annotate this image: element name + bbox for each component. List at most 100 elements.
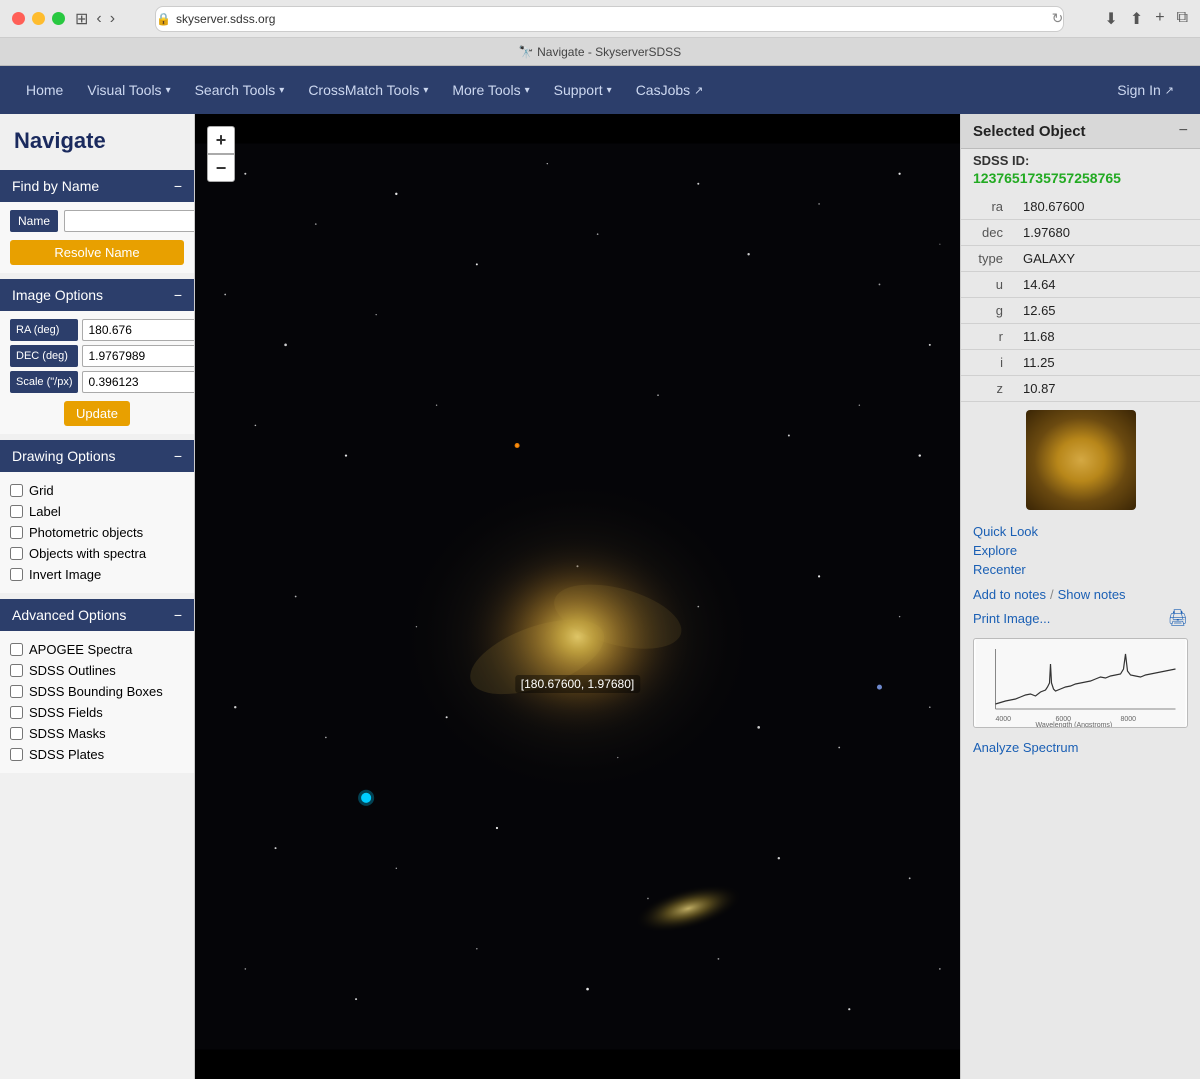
property-row: z10.87 <box>961 376 1200 402</box>
map-area[interactable]: + − [180.67600, 1.97680] <box>195 114 960 1079</box>
advanced-options-collapse[interactable]: − <box>174 608 182 622</box>
quick-look-section: Quick Look Explore Recenter <box>961 518 1200 583</box>
browser-controls: ⬇ ⬆ + ⧉ <box>1104 9 1188 29</box>
recenter-link[interactable]: Recenter <box>973 560 1188 579</box>
right-panel-header: Selected Object − <box>961 114 1200 149</box>
zoom-controls: + − <box>207 126 235 182</box>
visual-tools-arrow: ▾ <box>166 85 171 96</box>
minimize-window-btn[interactable] <box>32 12 45 25</box>
image-options-header[interactable]: Image Options − <box>0 279 194 311</box>
name-input[interactable] <box>64 210 195 232</box>
print-row: Print Image... 🖨 <box>961 606 1200 630</box>
main-layout: Navigate Find by Name − Name Resolve Nam… <box>0 114 1200 1079</box>
property-row: r11.68 <box>961 324 1200 350</box>
nav-visual-tools[interactable]: Visual Tools ▾ <box>77 76 180 104</box>
show-notes-link[interactable]: Show notes <box>1058 585 1126 604</box>
quick-look-link[interactable]: Quick Look <box>973 522 1188 541</box>
right-panel-close-button[interactable]: − <box>1179 122 1188 140</box>
find-by-name-collapse[interactable]: − <box>174 179 182 193</box>
lock-icon: 🔒 <box>156 12 171 26</box>
forward-btn[interactable]: › <box>110 9 115 29</box>
outlines-label: SDSS Outlines <box>29 663 116 678</box>
label-label: Label <box>29 504 61 519</box>
nav-crossmatch-tools[interactable]: CrossMatch Tools ▾ <box>298 76 438 104</box>
download-icon[interactable]: ⬇ <box>1104 9 1117 29</box>
scale-label: Scale ("/px) <box>10 371 78 393</box>
analyze-spectrum-link[interactable]: Analyze Spectrum <box>961 736 1200 763</box>
tab-title: Navigate - SkyserverSDSS <box>537 45 681 59</box>
scale-input[interactable] <box>82 371 195 393</box>
maximize-window-btn[interactable] <box>52 12 65 25</box>
ra-label: RA (deg) <box>10 319 78 341</box>
property-value: 11.25 <box>1011 350 1200 376</box>
fields-checkbox[interactable] <box>10 706 23 719</box>
property-row: i11.25 <box>961 350 1200 376</box>
update-button[interactable]: Update <box>64 401 130 426</box>
find-by-name-label: Find by Name <box>12 178 99 194</box>
nav-support[interactable]: Support ▾ <box>544 76 622 104</box>
coord-grid: RA (deg) DEC (deg) Scale ("/px) <box>10 319 184 393</box>
advanced-options-header[interactable]: Advanced Options − <box>0 599 194 631</box>
svg-text:8000: 8000 <box>1121 716 1137 723</box>
ra-input[interactable] <box>82 319 195 341</box>
nav-more-tools[interactable]: More Tools ▾ <box>442 76 539 104</box>
explore-link[interactable]: Explore <box>973 541 1188 560</box>
checkbox-bounding: SDSS Bounding Boxes <box>10 681 184 702</box>
image-options-label: Image Options <box>12 287 103 303</box>
nav-search-tools[interactable]: Search Tools ▾ <box>185 76 295 104</box>
sdss-id-value[interactable]: 1237651735757258765 <box>961 168 1200 194</box>
sidebar-toggle-btn[interactable]: ⊞ <box>75 9 88 29</box>
zoom-out-button[interactable]: − <box>207 154 235 182</box>
tab-overview-icon[interactable]: ⧉ <box>1177 9 1188 29</box>
refresh-icon[interactable]: ↻ <box>1052 10 1064 27</box>
url-bar[interactable]: 🔒 skyserver.sdss.org ↻ <box>155 6 1064 32</box>
zoom-in-button[interactable]: + <box>207 126 235 154</box>
plates-checkbox[interactable] <box>10 748 23 761</box>
add-to-notes-link[interactable]: Add to notes <box>973 585 1046 604</box>
share-icon[interactable]: ⬆ <box>1130 9 1143 29</box>
apogee-checkbox[interactable] <box>10 643 23 656</box>
print-icon[interactable]: 🖨 <box>1168 608 1188 628</box>
nav-casjobs[interactable]: CasJobs ↗ <box>626 76 714 104</box>
spectrum-svg: 4000 6000 8000 Wavelength (Angstroms) <box>974 639 1187 728</box>
spectrum-preview: 4000 6000 8000 Wavelength (Angstroms) <box>973 638 1188 728</box>
sidebar: Navigate Find by Name − Name Resolve Nam… <box>0 114 195 1079</box>
find-by-name-content: Name Resolve Name <box>0 202 194 273</box>
back-btn[interactable]: ‹ <box>96 9 101 29</box>
photometric-checkbox[interactable] <box>10 526 23 539</box>
drawing-options-header[interactable]: Drawing Options − <box>0 440 194 472</box>
image-options-collapse[interactable]: − <box>174 288 182 302</box>
object-properties-table: ra180.67600dec1.97680typeGALAXYu14.64g12… <box>961 194 1200 402</box>
nav-sign-in[interactable]: Sign In ↗ <box>1107 76 1184 104</box>
right-panel: Selected Object − SDSS ID: 1237651735757… <box>960 114 1200 1079</box>
property-key: z <box>961 376 1011 402</box>
sign-in-external-icon: ↗ <box>1165 84 1174 97</box>
resolve-name-button[interactable]: Resolve Name <box>10 240 184 265</box>
property-value: 180.67600 <box>1011 194 1200 220</box>
spectra-label: Objects with spectra <box>29 546 146 561</box>
print-image-link[interactable]: Print Image... <box>973 609 1050 628</box>
masks-checkbox[interactable] <box>10 727 23 740</box>
dec-input[interactable] <box>82 345 195 367</box>
outlines-checkbox[interactable] <box>10 664 23 677</box>
tab-favicon: 🔭 <box>519 45 534 59</box>
drawing-options-collapse[interactable]: − <box>174 449 182 463</box>
property-row: u14.64 <box>961 272 1200 298</box>
property-row: g12.65 <box>961 298 1200 324</box>
invert-checkbox[interactable] <box>10 568 23 581</box>
nav-home[interactable]: Home <box>16 76 73 104</box>
checkbox-masks: SDSS Masks <box>10 723 184 744</box>
advanced-options-content: APOGEE Spectra SDSS Outlines SDSS Boundi… <box>0 631 194 773</box>
find-by-name-header[interactable]: Find by Name − <box>0 170 194 202</box>
grid-checkbox[interactable] <box>10 484 23 497</box>
search-tools-arrow: ▾ <box>279 85 284 96</box>
tab-title-bar: 🔭 Navigate - SkyserverSDSS <box>0 38 1200 66</box>
bounding-checkbox[interactable] <box>10 685 23 698</box>
close-window-btn[interactable] <box>12 12 25 25</box>
sdss-id-label: SDSS ID: <box>961 149 1200 168</box>
label-checkbox[interactable] <box>10 505 23 518</box>
invert-label: Invert Image <box>29 567 101 582</box>
spectra-checkbox[interactable] <box>10 547 23 560</box>
new-tab-icon[interactable]: + <box>1155 9 1164 29</box>
property-key: dec <box>961 220 1011 246</box>
